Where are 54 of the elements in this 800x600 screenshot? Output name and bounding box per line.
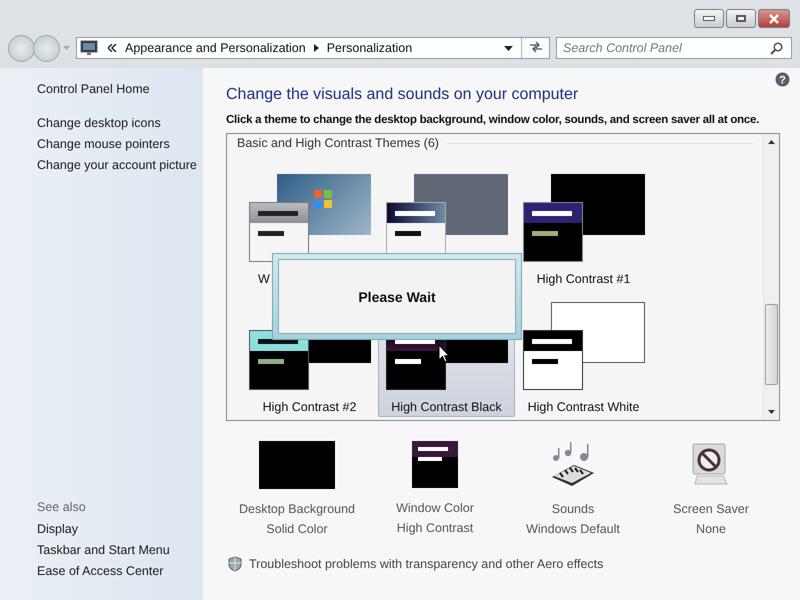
breadcrumb-arrow-icon[interactable] bbox=[314, 44, 319, 52]
close-button[interactable] bbox=[758, 9, 790, 28]
refresh-icon[interactable] bbox=[528, 40, 542, 52]
search-box[interactable]: Search Control Panel bbox=[556, 37, 792, 59]
scrollbar[interactable] bbox=[763, 134, 779, 420]
double-chevron-icon[interactable] bbox=[108, 44, 117, 52]
sidebar-link[interactable]: Change your account picture bbox=[37, 158, 203, 172]
setting-item[interactable]: Desktop Background Solid Color bbox=[228, 441, 366, 536]
setting-title: Window Color bbox=[396, 501, 474, 515]
scrollbar-thumb[interactable] bbox=[765, 304, 778, 386]
scroll-up-icon[interactable] bbox=[768, 140, 775, 144]
theme-label: W bbox=[257, 272, 270, 288]
theme-label: High Contrast Black bbox=[391, 400, 502, 416]
setting-value: High Contrast bbox=[396, 521, 474, 535]
setting-title: Screen Saver bbox=[673, 502, 749, 516]
setting-value: Solid Color bbox=[266, 522, 328, 536]
theme-label: High Contrast #2 bbox=[262, 400, 356, 416]
search-icon[interactable] bbox=[770, 42, 783, 54]
help-icon[interactable]: ? bbox=[775, 72, 790, 87]
window-color-preview bbox=[412, 441, 458, 488]
setting-item[interactable]: Window Color High Contrast bbox=[366, 441, 504, 536]
maximize-button[interactable] bbox=[726, 9, 756, 28]
shield-icon bbox=[228, 556, 242, 572]
setting-value: Windows Default bbox=[526, 522, 620, 536]
monitor-icon bbox=[80, 40, 98, 56]
sidebar-link[interactable]: Change desktop icons bbox=[37, 116, 203, 130]
setting-value: None bbox=[696, 522, 726, 536]
setting-title: Sounds bbox=[552, 502, 594, 516]
theme-label: High Contrast White bbox=[528, 400, 640, 416]
sidebar-link[interactable]: Display bbox=[37, 522, 203, 536]
breadcrumb-item[interactable]: Appearance and Personalization bbox=[125, 41, 306, 55]
sidebar-link[interactable]: Change mouse pointers bbox=[37, 137, 203, 151]
group-heading: Basic and High Contrast Themes (6) bbox=[237, 136, 439, 150]
sidebar-link[interactable]: Ease of Access Center bbox=[37, 564, 203, 578]
setting-item[interactable]: Sounds Windows Default bbox=[504, 441, 642, 536]
minimize-button[interactable] bbox=[694, 9, 724, 28]
breadcrumb-item[interactable]: Personalization bbox=[326, 41, 412, 55]
address-bar[interactable]: Appearance and Personalization Personalization bbox=[76, 37, 550, 59]
sidebar-link[interactable]: Taskbar and Start Menu bbox=[37, 543, 203, 557]
theme-label: High Contrast #1 bbox=[536, 272, 630, 288]
page-title: Change the visuals and sounds on your computer bbox=[226, 86, 580, 104]
theme-item[interactable]: High Contrast White bbox=[515, 298, 652, 417]
refresh-button[interactable] bbox=[521, 38, 549, 58]
setting-title: Desktop Background bbox=[238, 502, 356, 516]
control-panel-home-link[interactable]: Control Panel Home bbox=[37, 82, 203, 96]
see-also-heading: See also bbox=[37, 500, 87, 514]
description-text: Click a theme to change the desktop background, window color, sounds, and screen saver all at once. bbox=[226, 114, 760, 126]
close-icon[interactable] bbox=[767, 14, 781, 24]
theme-item[interactable]: High Contrast #1 bbox=[515, 170, 652, 289]
troubleshoot-link[interactable]: Troubleshoot problems with transparency and other Aero effects bbox=[249, 557, 604, 571]
mouse-pointer-icon bbox=[438, 344, 450, 363]
scroll-down-icon[interactable] bbox=[768, 410, 775, 414]
dropdown-arrow-icon[interactable] bbox=[504, 46, 513, 50]
setting-item[interactable]: Screen Saver None bbox=[642, 441, 780, 536]
